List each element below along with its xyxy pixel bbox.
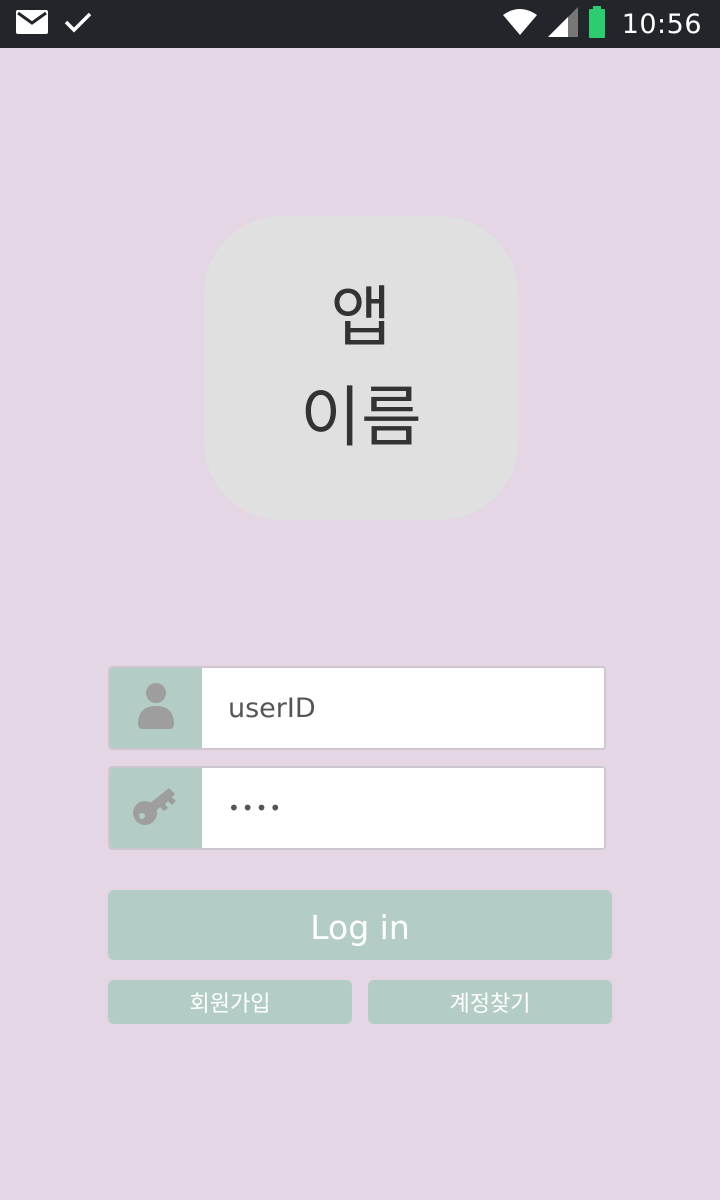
status-bar: 10:56 [0, 0, 720, 48]
battery-icon [588, 6, 606, 42]
login-button[interactable]: Log in [108, 890, 612, 960]
password-input[interactable] [202, 768, 604, 848]
user-id-row [108, 666, 606, 750]
signal-icon [547, 7, 578, 41]
signup-button[interactable]: 회원가입 [108, 980, 352, 1024]
mail-icon [16, 10, 48, 38]
app-name-line2: 이름 [300, 379, 422, 456]
key-icon [132, 784, 180, 832]
check-icon [64, 11, 92, 37]
user-id-input[interactable] [202, 668, 604, 748]
status-bar-right: 10:56 [502, 0, 702, 48]
password-icon-box [110, 768, 202, 848]
status-time: 10:56 [621, 8, 702, 40]
app-name-line1: 앱 [330, 279, 392, 356]
find-account-button[interactable]: 계정찾기 [368, 980, 612, 1024]
password-row [108, 766, 606, 850]
user-icon-box [110, 668, 202, 748]
wifi-icon [502, 8, 538, 40]
person-icon [136, 682, 176, 734]
status-bar-left [16, 0, 92, 48]
app-logo: 앱 이름 [204, 216, 518, 520]
